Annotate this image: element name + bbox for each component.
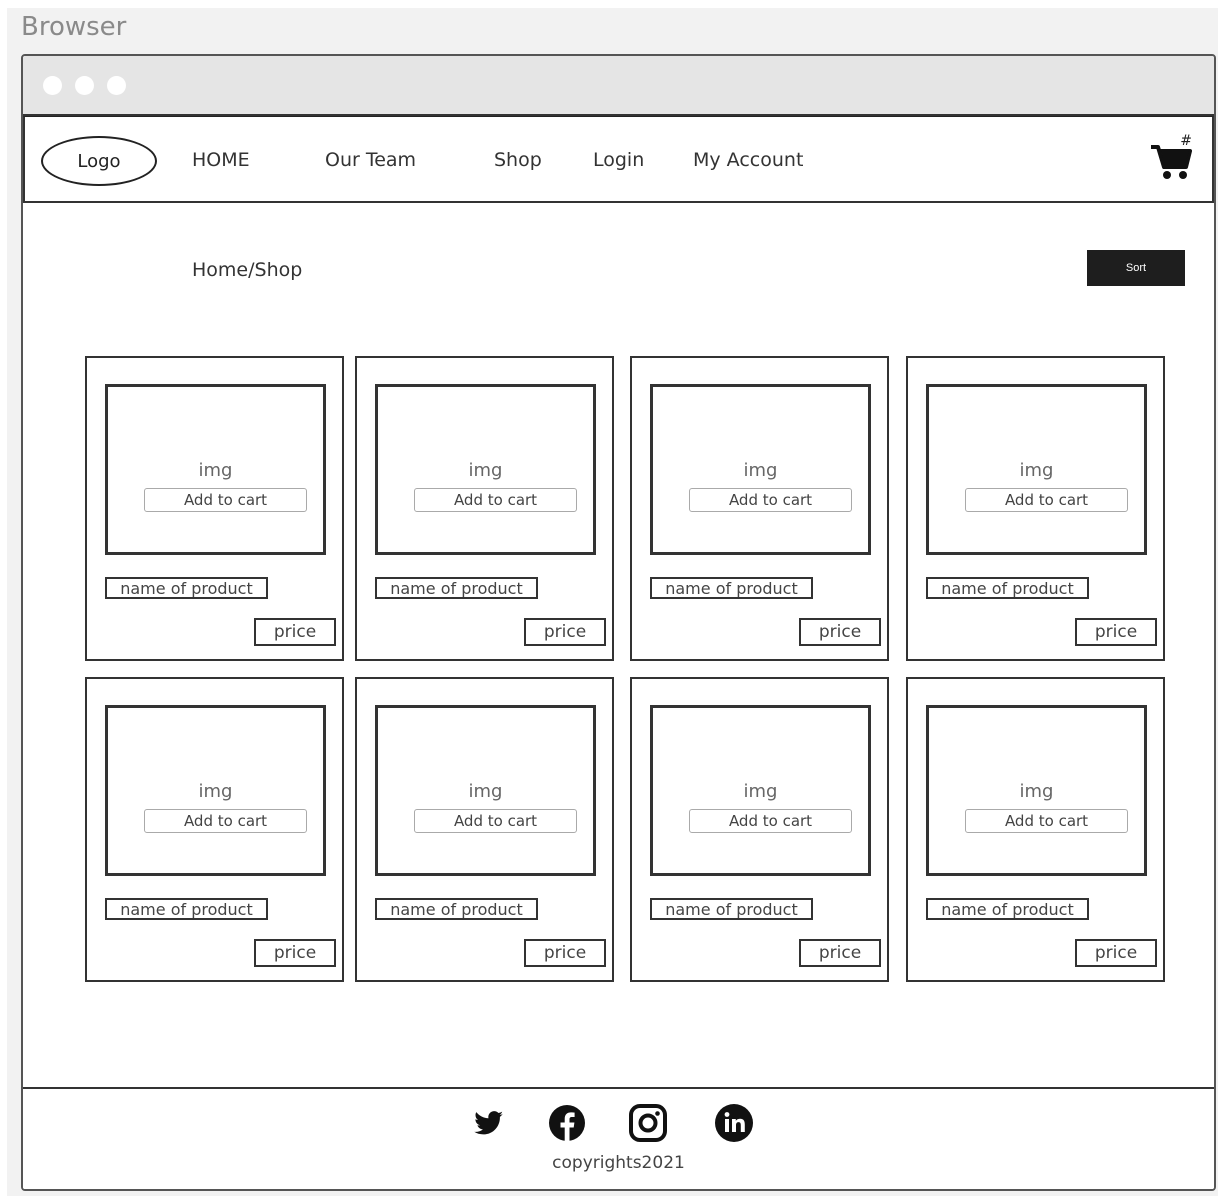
product-image[interactable]: img Add to cart	[650, 705, 871, 876]
image-placeholder-label: img	[743, 460, 778, 481]
frame-title: Browser	[21, 12, 127, 42]
window-titlebar	[23, 56, 1214, 116]
browser-window: Logo HOME Our Team Shop Login My Account…	[21, 54, 1216, 1191]
product-name[interactable]: name of product	[926, 577, 1089, 599]
add-to-cart-button[interactable]: Add to cart	[689, 488, 852, 512]
product-card: img Add to cart name of product price	[85, 356, 344, 661]
window-dot-icon[interactable]	[107, 76, 126, 95]
product-card: img Add to cart name of product price	[355, 677, 614, 982]
product-price: price	[1075, 618, 1157, 646]
copyright-text: copyrights2021	[552, 1153, 685, 1173]
product-image[interactable]: img Add to cart	[105, 384, 326, 555]
add-to-cart-button[interactable]: Add to cart	[689, 809, 852, 833]
cart-icon	[1151, 145, 1192, 179]
add-to-cart-button[interactable]: Add to cart	[965, 488, 1128, 512]
product-name[interactable]: name of product	[105, 577, 268, 599]
image-placeholder-label: img	[198, 460, 233, 481]
product-image[interactable]: img Add to cart	[926, 384, 1147, 555]
sort-button[interactable]: Sort	[1087, 250, 1185, 286]
product-image[interactable]: img Add to cart	[375, 384, 596, 555]
product-name[interactable]: name of product	[105, 898, 268, 920]
product-image[interactable]: img Add to cart	[926, 705, 1147, 876]
product-card: img Add to cart name of product price	[630, 677, 889, 982]
nav-link-home[interactable]: HOME	[192, 149, 250, 171]
product-name[interactable]: name of product	[375, 898, 538, 920]
product-price: price	[524, 618, 606, 646]
product-card: img Add to cart name of product price	[906, 677, 1165, 982]
add-to-cart-button[interactable]: Add to cart	[144, 809, 307, 833]
product-name[interactable]: name of product	[650, 577, 813, 599]
nav-link-login[interactable]: Login	[593, 149, 644, 171]
product-card: img Add to cart name of product price	[630, 356, 889, 661]
add-to-cart-button[interactable]: Add to cart	[414, 488, 577, 512]
add-to-cart-button[interactable]: Add to cart	[965, 809, 1128, 833]
product-price: price	[799, 618, 881, 646]
twitter-icon[interactable]	[468, 1103, 508, 1143]
image-placeholder-label: img	[1019, 781, 1054, 802]
product-card: img Add to cart name of product price	[355, 356, 614, 661]
logo[interactable]: Logo	[41, 136, 157, 186]
product-name[interactable]: name of product	[926, 898, 1089, 920]
product-card: img Add to cart name of product price	[85, 677, 344, 982]
product-name[interactable]: name of product	[650, 898, 813, 920]
window-dot-icon[interactable]	[43, 76, 62, 95]
image-placeholder-label: img	[1019, 460, 1054, 481]
image-placeholder-label: img	[468, 781, 503, 802]
cart-button[interactable]: #	[1150, 133, 1192, 181]
nav-link-our-team[interactable]: Our Team	[325, 149, 416, 171]
image-placeholder-label: img	[743, 781, 778, 802]
product-price: price	[1075, 939, 1157, 967]
product-price: price	[254, 939, 336, 967]
product-name[interactable]: name of product	[375, 577, 538, 599]
image-placeholder-label: img	[468, 460, 503, 481]
product-price: price	[524, 939, 606, 967]
linkedin-icon[interactable]	[714, 1103, 754, 1143]
product-image[interactable]: img Add to cart	[105, 705, 326, 876]
nav-link-my-account[interactable]: My Account	[693, 149, 803, 171]
instagram-icon[interactable]	[628, 1103, 668, 1143]
wireframe-frame: Browser Logo HOME Our Team Shop Login My…	[7, 8, 1218, 1196]
product-card: img Add to cart name of product price	[906, 356, 1165, 661]
breadcrumb[interactable]: Home/Shop	[192, 259, 302, 281]
add-to-cart-button[interactable]: Add to cart	[414, 809, 577, 833]
product-price: price	[254, 618, 336, 646]
facebook-icon[interactable]	[547, 1103, 587, 1143]
product-image[interactable]: img Add to cart	[650, 384, 871, 555]
top-navbar: Logo HOME Our Team Shop Login My Account…	[23, 116, 1214, 203]
image-placeholder-label: img	[198, 781, 233, 802]
window-dot-icon[interactable]	[75, 76, 94, 95]
add-to-cart-button[interactable]: Add to cart	[144, 488, 307, 512]
product-price: price	[799, 939, 881, 967]
page-footer: copyrights2021	[23, 1087, 1214, 1189]
nav-link-shop[interactable]: Shop	[494, 149, 542, 171]
product-image[interactable]: img Add to cart	[375, 705, 596, 876]
